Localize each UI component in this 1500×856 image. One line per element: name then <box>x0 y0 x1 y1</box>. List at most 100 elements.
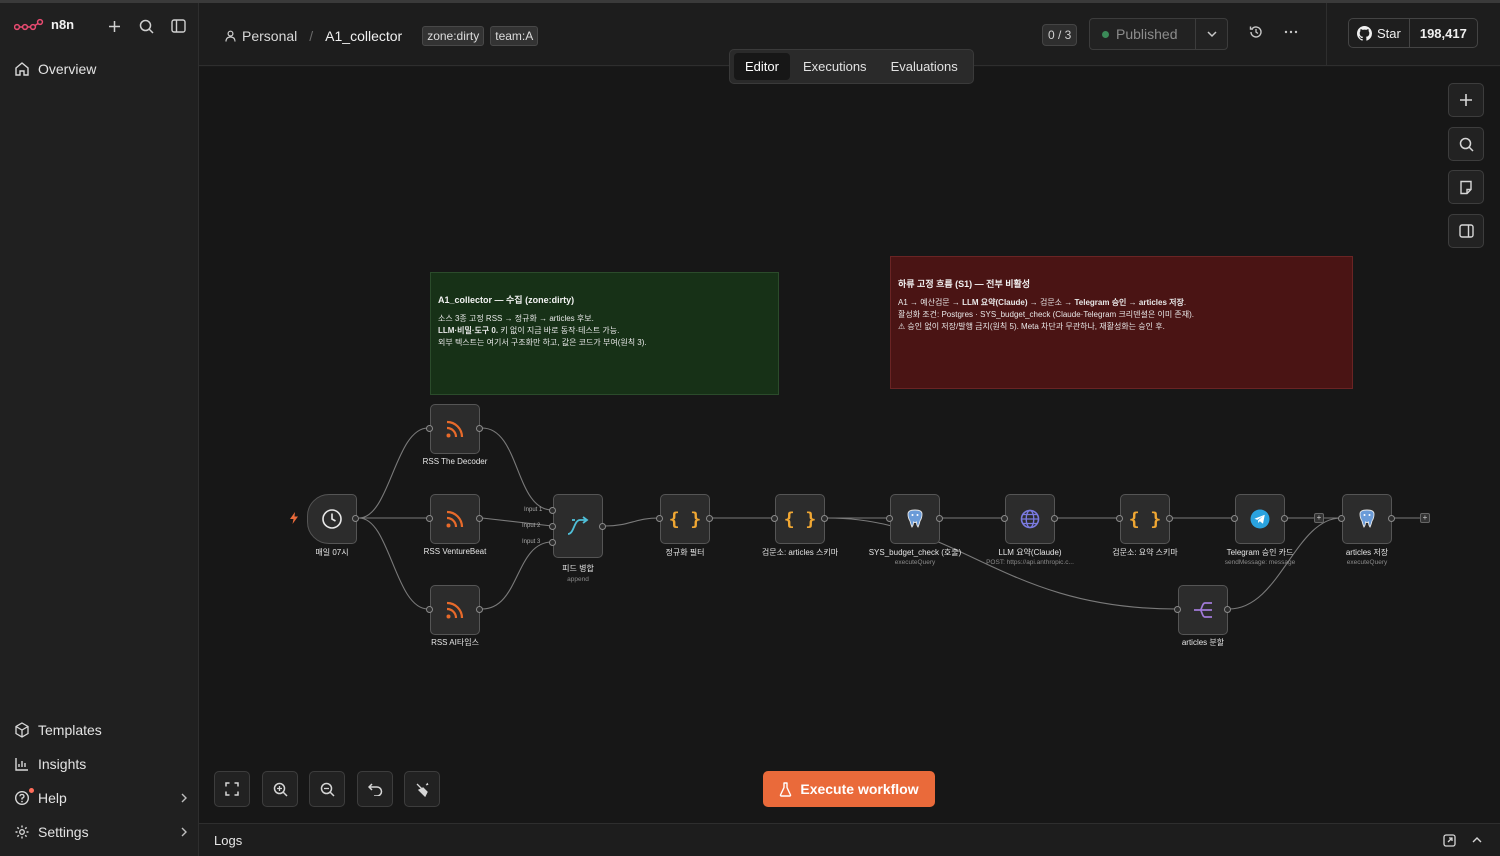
flask-icon <box>780 781 792 797</box>
execute-workflow-label: Execute workflow <box>800 781 919 797</box>
search-nodes-button[interactable] <box>1448 127 1484 161</box>
node-check-summary-schema[interactable]: { } <box>1120 494 1170 544</box>
code-braces-icon: { } <box>783 508 817 530</box>
sticky-note-line: LLM·비밀·도구 0. 키 없이 지금 바로 동작·테스트 가능. <box>438 326 620 335</box>
output-port[interactable] <box>1224 606 1231 613</box>
execute-workflow-button[interactable]: Execute workflow <box>763 771 935 807</box>
rss-icon <box>446 420 464 438</box>
node-subtitle: append <box>567 576 589 583</box>
node-llm-claude[interactable] <box>1005 494 1055 544</box>
input-port[interactable] <box>1174 606 1181 613</box>
input-port[interactable] <box>1116 515 1123 522</box>
tab-executions[interactable]: Executions <box>792 53 878 80</box>
add-node-button[interactable] <box>1448 83 1484 117</box>
node-label: articles 분할 <box>1181 638 1225 647</box>
sticky-note-line: A1 → 예산검문 → LLM 요약(Claude) → 검문소 → Teleg… <box>898 298 1187 307</box>
output-port[interactable] <box>706 515 713 522</box>
node-normalize-filter[interactable]: { } <box>660 494 710 544</box>
node-label: 매일 07시 <box>315 548 349 557</box>
input-label: Input 3 <box>522 539 541 545</box>
lightning-icon <box>290 512 298 524</box>
broom-icon <box>416 782 429 797</box>
node-rss-venturebeat[interactable] <box>430 494 480 544</box>
output-port[interactable] <box>599 523 606 530</box>
clock-icon <box>322 509 342 529</box>
sticky-note-line: ⚠ 승인 없이 저장/발행 금지(원칙 5). Meta 차단과 무관하나, 재… <box>898 322 1165 331</box>
node-subtitle: executeQuery <box>1346 559 1388 566</box>
telegram-icon <box>1250 509 1270 529</box>
undo-button[interactable] <box>357 771 393 807</box>
node-label: 피드 병합 <box>562 564 594 573</box>
globe-icon <box>1020 509 1040 529</box>
postgres-icon <box>907 509 923 528</box>
panel-icon <box>1458 224 1474 238</box>
node-rss-aitimes[interactable] <box>430 585 480 635</box>
sticky-note-title: A1_collector — 수집 (zone:dirty) <box>438 295 575 305</box>
node-articles-save[interactable] <box>1342 494 1392 544</box>
node-label: articles 저장 <box>1345 548 1389 557</box>
add-node-plus-icon[interactable]: + <box>1314 513 1324 523</box>
input-port[interactable] <box>549 523 556 530</box>
node-check-articles-schema[interactable]: { } <box>775 494 825 544</box>
output-port[interactable] <box>1051 515 1058 522</box>
node-label: RSS VentureBeat <box>423 547 487 556</box>
logs-title: Logs <box>214 833 243 848</box>
node-rss-decoder[interactable] <box>430 404 480 454</box>
input-port[interactable] <box>549 539 556 546</box>
undo-icon <box>367 783 382 796</box>
add-sticky-note-button[interactable] <box>1448 170 1484 204</box>
tab-evaluations[interactable]: Evaluations <box>880 53 969 80</box>
output-port[interactable] <box>1281 515 1288 522</box>
sticky-note-line: 외부 텍스트는 여기서 구조화만 하고, 값은 코드가 부여(원칙 3). <box>438 338 647 347</box>
code-braces-icon: { } <box>668 508 702 530</box>
zoom-in-icon <box>273 782 288 797</box>
zoom-out-button[interactable] <box>309 771 345 807</box>
output-port[interactable] <box>1388 515 1395 522</box>
tidy-up-button[interactable] <box>404 771 440 807</box>
fit-view-button[interactable] <box>214 771 250 807</box>
sticky-note-collector[interactable]: A1_collector — 수집 (zone:dirty) 소스 3종 고정 … <box>430 272 779 395</box>
input-port[interactable] <box>1338 515 1345 522</box>
input-port[interactable] <box>426 425 433 432</box>
pop-out-icon[interactable] <box>1443 834 1456 847</box>
zoom-out-icon <box>320 782 335 797</box>
node-budget-check[interactable] <box>890 494 940 544</box>
output-port[interactable] <box>476 515 483 522</box>
chevron-up-icon[interactable] <box>1472 836 1482 844</box>
output-port[interactable] <box>1166 515 1173 522</box>
output-port[interactable] <box>352 515 359 522</box>
input-port[interactable] <box>886 515 893 522</box>
logs-panel[interactable]: Logs <box>199 823 1500 856</box>
output-port[interactable] <box>936 515 943 522</box>
postgres-icon <box>1359 509 1375 528</box>
input-port[interactable] <box>656 515 663 522</box>
sticky-note-title: 하류 고정 흐름 (S1) — 전부 비활성 <box>898 279 1031 289</box>
output-port[interactable] <box>821 515 828 522</box>
output-port[interactable] <box>476 606 483 613</box>
input-port[interactable] <box>426 515 433 522</box>
input-port[interactable] <box>771 515 778 522</box>
node-schedule-trigger[interactable] <box>307 494 357 544</box>
node-articles-split[interactable] <box>1178 585 1228 635</box>
sticky-note-downstream[interactable]: 하류 고정 흐름 (S1) — 전부 비활성 A1 → 예산검문 → LLM 요… <box>890 256 1353 389</box>
rss-icon <box>446 510 464 528</box>
tab-editor[interactable]: Editor <box>734 53 790 80</box>
input-port[interactable] <box>426 606 433 613</box>
code-braces-icon: { } <box>1128 508 1162 530</box>
fit-view-icon <box>225 782 239 796</box>
zoom-in-button[interactable] <box>262 771 298 807</box>
plus-icon <box>1460 94 1472 106</box>
node-label: RSS The Decoder <box>422 457 488 466</box>
input-port[interactable] <box>549 507 556 514</box>
add-node-plus-icon[interactable]: + <box>1420 513 1430 523</box>
input-label: Input 2 <box>522 523 541 529</box>
connection-line <box>481 427 553 511</box>
input-port[interactable] <box>1231 515 1238 522</box>
node-subtitle: POST: https://api.anthropic.c... <box>986 559 1074 566</box>
node-telegram-approval[interactable] <box>1235 494 1285 544</box>
toggle-panel-button[interactable] <box>1448 214 1484 248</box>
output-port[interactable] <box>476 425 483 432</box>
rss-icon <box>446 601 464 619</box>
node-merge[interactable] <box>553 494 603 558</box>
input-port[interactable] <box>1001 515 1008 522</box>
